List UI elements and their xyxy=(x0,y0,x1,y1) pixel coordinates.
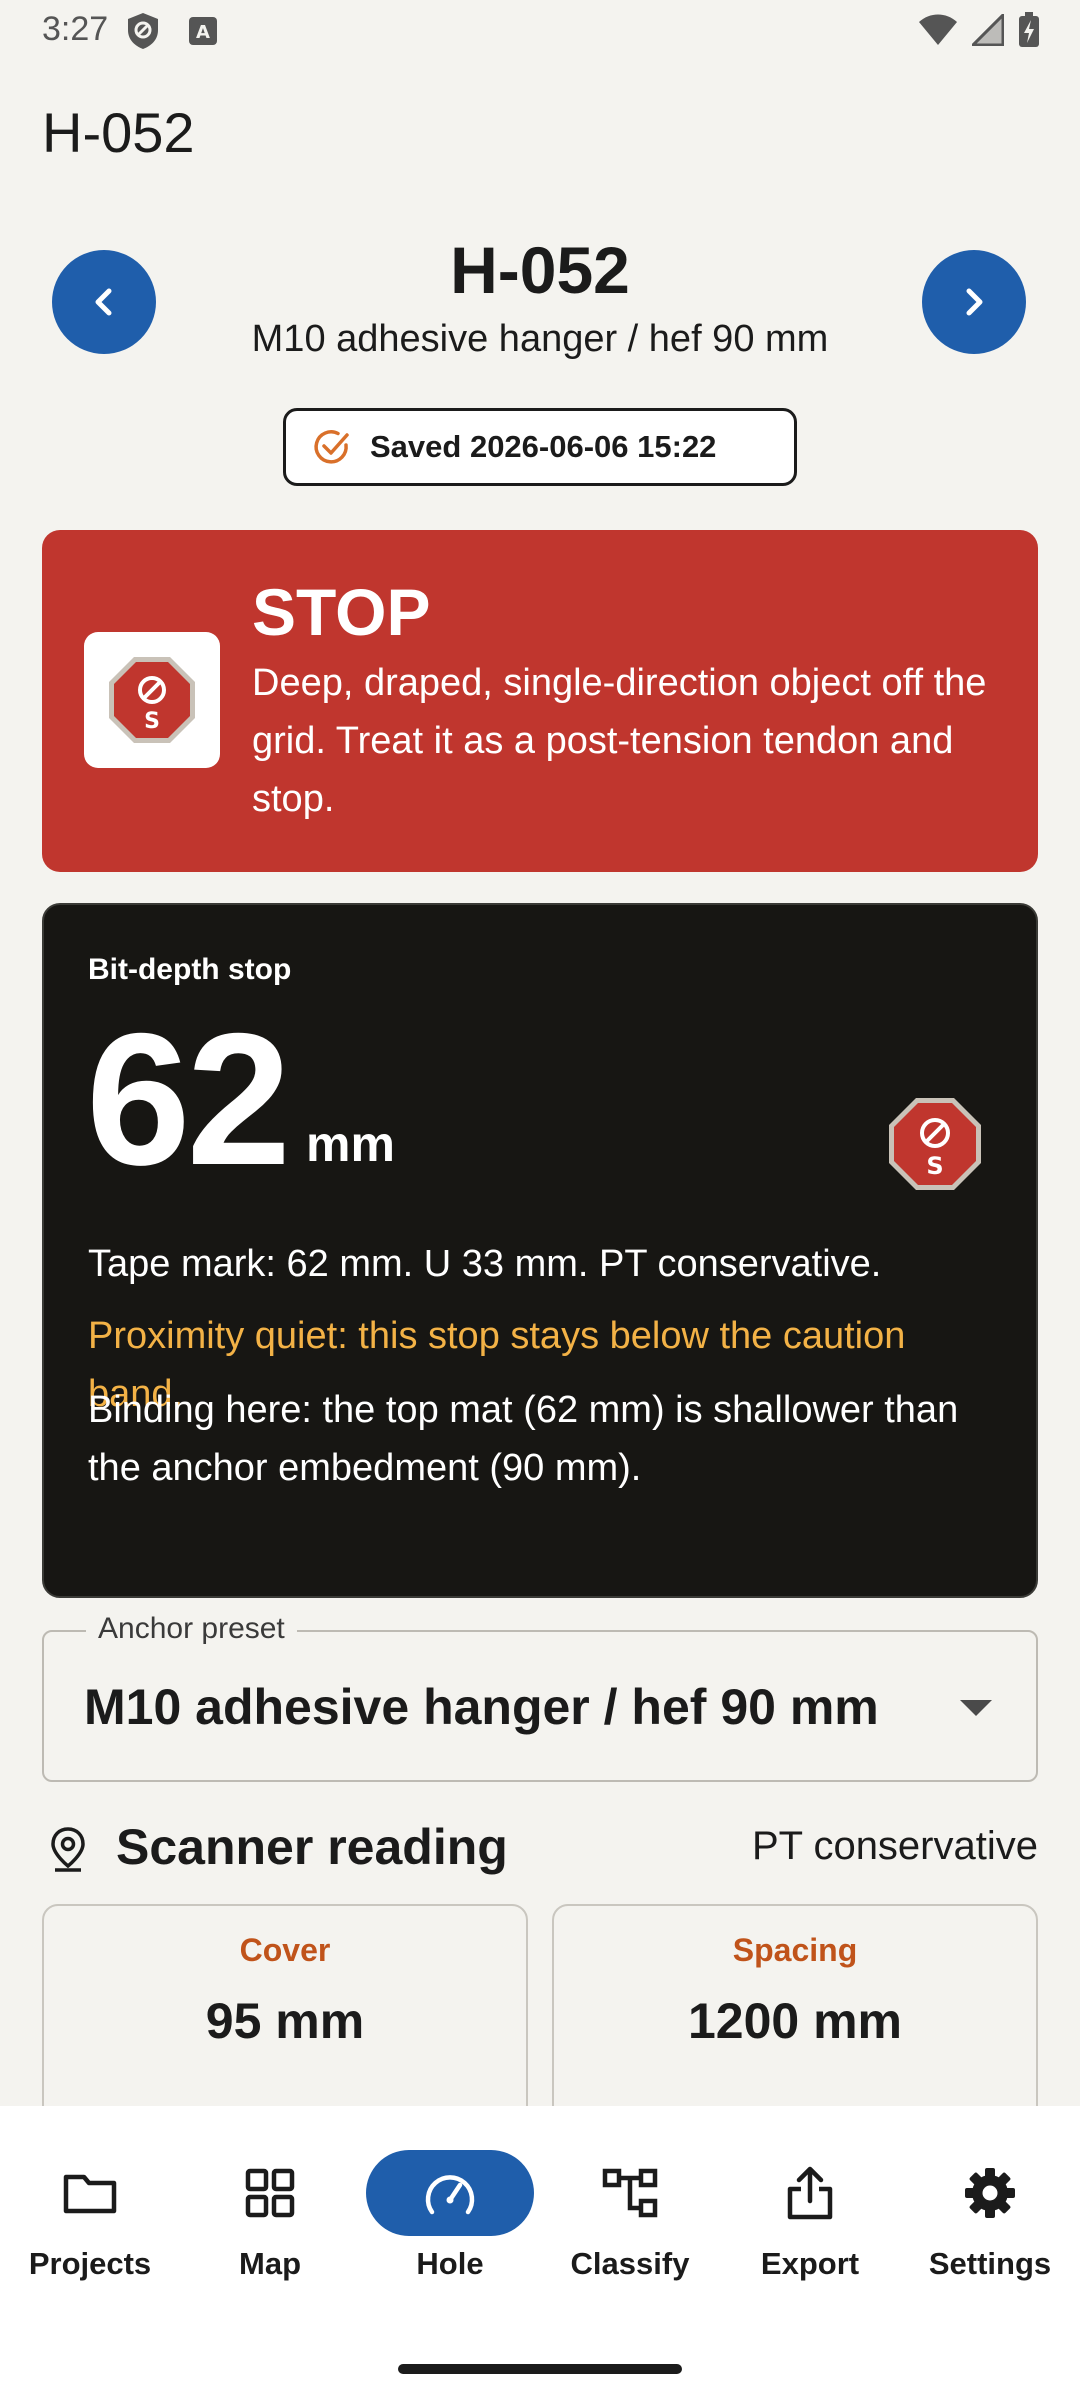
signal-icon xyxy=(972,14,1004,46)
bit-depth-label: Bit-depth stop xyxy=(88,953,292,986)
anchor-preset-value: M10 adhesive hanger / hef 90 mm xyxy=(84,1679,879,1735)
binding-text: Binding here: the top mat (62 mm) is sha… xyxy=(88,1389,959,1489)
saved-status-chip: Saved 2026-06-06 15:22 xyxy=(283,408,797,486)
nav-export[interactable]: Export xyxy=(720,2150,900,2281)
grid-icon xyxy=(245,2168,295,2218)
bit-depth-card: Bit-depth stop 62 mm S Tape mark: 62 mm.… xyxy=(42,903,1038,1598)
anchor-preset-label: Anchor preset xyxy=(86,1612,297,1646)
hierarchy-icon xyxy=(602,2168,658,2218)
svg-text:A: A xyxy=(196,22,210,43)
app-bar-title: H-052 xyxy=(42,101,195,164)
stop-sign-icon: S xyxy=(109,657,195,743)
bottom-navigation: Projects Map Hole Classify Export Settin… xyxy=(0,2106,1080,2400)
gesture-handle[interactable] xyxy=(398,2364,682,2374)
bit-depth-unit: mm xyxy=(306,1116,395,1172)
scanner-mode: PT conservative xyxy=(751,1824,1038,1868)
folder-icon xyxy=(63,2174,117,2214)
stop-title: STOP xyxy=(252,575,431,649)
gauge-icon xyxy=(425,2175,475,2215)
scanner-reading-title: Scanner reading xyxy=(116,1819,508,1875)
check-circle-icon xyxy=(314,430,349,464)
shield-icon xyxy=(128,13,158,49)
nav-hole-label: Hole xyxy=(416,2246,484,2281)
nav-settings[interactable]: Settings xyxy=(900,2150,1080,2281)
status-time: 3:27 xyxy=(42,10,109,48)
nav-hole[interactable]: Hole xyxy=(360,2150,540,2281)
nav-map-label: Map xyxy=(239,2246,301,2281)
spacing-value: 1200 mm xyxy=(687,1993,903,2049)
spacing-label: Spacing xyxy=(732,1932,858,1968)
nav-projects-label: Projects xyxy=(28,2246,152,2281)
bit-depth-value: 62 xyxy=(86,994,291,1204)
nav-classify[interactable]: Classify xyxy=(540,2150,720,2281)
stop-alert-card: S STOP Deep, draped, single-direction ob… xyxy=(42,530,1038,872)
keyboard-a-icon: A xyxy=(189,17,217,45)
share-icon xyxy=(787,2166,833,2220)
hole-id: H-052 xyxy=(450,233,630,307)
nav-classify-label: Classify xyxy=(570,2246,690,2281)
stop-message: Deep, draped, single-direction object of… xyxy=(252,662,987,820)
gear-icon xyxy=(965,2168,1015,2218)
location-pin-icon xyxy=(51,1827,85,1872)
wifi-icon xyxy=(919,14,957,45)
next-hole-button[interactable] xyxy=(922,250,1026,354)
hole-subtitle: M10 adhesive hanger / hef 90 mm xyxy=(251,318,829,360)
cover-label: Cover xyxy=(239,1932,331,1968)
nav-export-label: Export xyxy=(760,2246,860,2281)
nav-map[interactable]: Map xyxy=(180,2150,360,2281)
status-bar: 3:27 A xyxy=(0,0,1080,62)
stop-sign-icon: S xyxy=(889,1098,981,1190)
stop-sign-letter: S xyxy=(144,709,160,734)
cover-value: 95 mm xyxy=(205,1993,365,2049)
saved-status-text: Saved 2026-06-06 15:22 xyxy=(370,429,717,464)
chevron-right-icon xyxy=(966,288,983,316)
nav-projects[interactable]: Projects xyxy=(0,2150,180,2281)
anchor-preset-dropdown[interactable]: Anchor preset M10 adhesive hanger / hef … xyxy=(42,1612,1038,1782)
stop-sign-letter: S xyxy=(926,1152,943,1180)
dropdown-arrow-icon xyxy=(960,1700,992,1716)
tape-mark-text: Tape mark: 62 mm. U 33 mm. PT conservati… xyxy=(88,1243,882,1285)
nav-settings-label: Settings xyxy=(928,2246,1052,2281)
battery-charging-icon xyxy=(1019,12,1039,47)
